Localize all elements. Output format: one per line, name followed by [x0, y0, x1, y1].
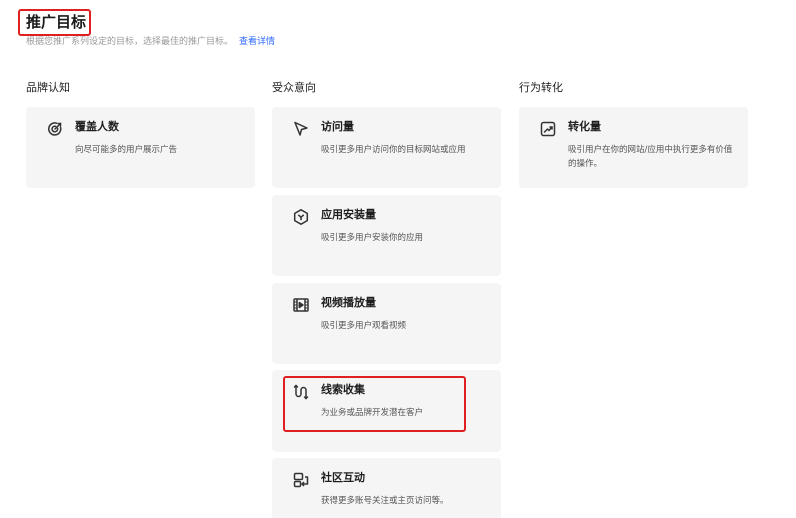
card-title: 视频播放量 — [321, 296, 376, 309]
trend-chart-icon — [539, 120, 557, 138]
card-description: 获得更多账号关注或主页访问等。 — [321, 496, 449, 506]
card-title: 社区互动 — [321, 471, 365, 484]
card-title: 转化量 — [568, 120, 601, 133]
community-icon — [292, 471, 310, 489]
objective-card-traffic[interactable]: 访问量 吸引更多用户访问你的目标网站或应用 — [272, 107, 501, 188]
objective-card-lead-generation[interactable]: 线索收集 为业务或品牌开发潜在客户 — [272, 370, 501, 452]
page-title: 推广目标 — [26, 13, 87, 31]
page-subtitle: 根据您推广系列设定的目标，选择最佳的推广目标。 查看详情 — [26, 37, 275, 48]
card-title: 访问量 — [321, 120, 354, 133]
app-install-cube-icon — [292, 208, 310, 226]
card-description: 吸引用户在你的网站/应用中执行更多有价值的操作。 — [568, 145, 733, 169]
subtitle-text: 根据您推广系列设定的目标，选择最佳的推广目标。 — [26, 37, 234, 47]
objective-card-app-install[interactable]: 应用安装量 吸引更多用户安装你的应用 — [272, 195, 501, 276]
card-description: 为业务或品牌开发潜在客户 — [321, 408, 424, 418]
card-title: 应用安装量 — [321, 208, 376, 221]
column-header-conversion: 行为转化 — [519, 81, 563, 94]
column-header-brand-awareness: 品牌认知 — [26, 81, 70, 94]
column-header-audience-intent: 受众意向 — [272, 81, 316, 94]
objective-card-reach[interactable]: 覆盖人数 向尽可能多的用户展示广告 — [26, 107, 255, 188]
lead-funnel-icon — [292, 383, 310, 401]
objective-card-video-views[interactable]: 视频播放量 吸引更多用户观看视频 — [272, 283, 501, 364]
objective-card-conversions[interactable]: 转化量 吸引用户在你的网站/应用中执行更多有价值的操作。 — [519, 107, 748, 188]
card-title: 覆盖人数 — [75, 120, 119, 133]
video-film-icon — [292, 296, 310, 314]
objective-card-community[interactable]: 社区互动 获得更多账号关注或主页访问等。 — [272, 458, 501, 518]
card-description: 向尽可能多的用户展示广告 — [75, 145, 178, 155]
view-details-link[interactable]: 查看详情 — [239, 37, 275, 47]
card-description: 吸引更多用户观看视频 — [321, 321, 407, 331]
card-title: 线索收集 — [321, 383, 365, 396]
card-description: 吸引更多用户安装你的应用 — [321, 233, 424, 243]
cursor-arrow-icon — [292, 120, 310, 138]
card-description: 吸引更多用户访问你的目标网站或应用 — [321, 145, 466, 155]
reach-target-icon — [46, 120, 64, 138]
